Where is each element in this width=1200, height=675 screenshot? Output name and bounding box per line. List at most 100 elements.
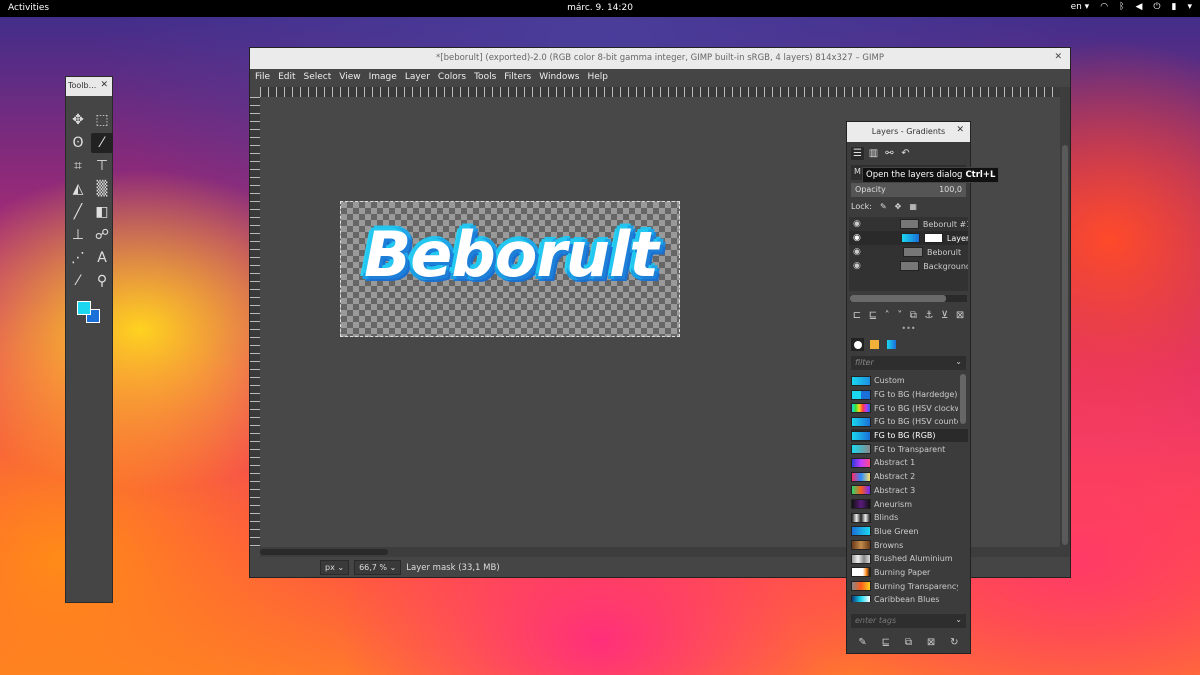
gradient-item[interactable]: Custom	[851, 374, 968, 388]
gradient-item[interactable]: Blue Green	[851, 525, 968, 539]
anchor-icon[interactable]: ⚓	[924, 310, 933, 321]
scrollbar-thumb[interactable]	[1062, 145, 1068, 545]
opacity-slider[interactable]: Opacity 100,0	[851, 183, 966, 197]
foreground-color-swatch[interactable]	[77, 301, 91, 315]
vertical-scrollbar[interactable]	[1060, 87, 1070, 557]
lower-layer-icon[interactable]: ˅	[897, 310, 902, 321]
unit-select[interactable]: px ⌄	[320, 560, 350, 575]
raise-layer-icon[interactable]: ˄	[885, 310, 890, 321]
eraser-icon[interactable]: ◧	[91, 202, 113, 222]
language-indicator[interactable]: en ▾	[1071, 2, 1090, 12]
zoom-icon[interactable]: ⚲	[91, 271, 113, 291]
lock-alpha-icon[interactable]: ▦	[909, 202, 917, 211]
gradient-item[interactable]: FG to BG (RGB)	[851, 428, 968, 443]
tags-input[interactable]: enter tags ⌄	[851, 614, 966, 628]
menu-edit[interactable]: Edit	[278, 72, 295, 86]
new-layer-icon[interactable]: ⊑	[869, 310, 877, 321]
layer-row[interactable]: ◉ Layer	[849, 231, 968, 245]
menu-tools[interactable]: Tools	[474, 72, 496, 86]
close-icon[interactable]: ✕	[1054, 52, 1062, 62]
layers-tab-icon[interactable]: ☰	[851, 147, 864, 160]
eye-icon[interactable]: ◉	[853, 233, 864, 243]
scrollbar-thumb[interactable]	[850, 295, 946, 302]
menu-select[interactable]: Select	[304, 72, 332, 86]
layer-thumbnail[interactable]	[900, 233, 920, 243]
gradient-list-scrollbar[interactable]	[960, 374, 966, 424]
eye-icon[interactable]: ◉	[853, 219, 864, 229]
paths-tab-icon[interactable]: ⚯	[883, 147, 896, 160]
delete-gradient-icon[interactable]: ⊠	[927, 637, 935, 648]
delete-layer-icon[interactable]: ⊠	[956, 310, 964, 321]
layer-row[interactable]: ◉ Beborult	[849, 245, 968, 259]
refresh-icon[interactable]: ↻	[950, 637, 958, 648]
chevron-down-icon[interactable]: ⌄	[955, 615, 962, 624]
smudge-icon[interactable]: ☍	[91, 225, 113, 245]
image-canvas[interactable]: Beborult	[340, 201, 680, 337]
clock[interactable]: márc. 9. 14:20	[0, 3, 1200, 13]
eye-icon[interactable]: ◉	[853, 261, 864, 271]
power-icon[interactable]: ⏻	[1153, 2, 1160, 12]
gradient-item[interactable]: Burning Paper	[851, 566, 968, 580]
text-tool-icon[interactable]: A	[91, 248, 113, 268]
layer-thumbnail[interactable]	[900, 219, 919, 229]
battery-icon[interactable]: ▮	[1172, 2, 1177, 12]
menu-windows[interactable]: Windows	[539, 72, 579, 86]
gradient-item[interactable]: FG to BG (HSV clockwise hue)	[851, 401, 968, 415]
lock-position-icon[interactable]: ✥	[895, 202, 902, 211]
duplicate-layer-icon[interactable]: ⧉	[910, 310, 917, 321]
bucket-fill-icon[interactable]: ◭	[67, 179, 89, 199]
new-gradient-icon[interactable]: ⊑	[882, 637, 890, 648]
layer-row[interactable]: ◉ Background	[849, 259, 968, 273]
gradient-item[interactable]: Browns	[851, 538, 968, 552]
menu-layer[interactable]: Layer	[405, 72, 430, 86]
menu-image[interactable]: Image	[369, 72, 397, 86]
gradients-tab-icon[interactable]	[885, 338, 898, 351]
clone-icon[interactable]: ⊥	[67, 225, 89, 245]
gradient-item[interactable]: Abstract 2	[851, 470, 968, 484]
bluetooth-icon[interactable]: ᛒ	[1119, 2, 1124, 12]
gradient-item[interactable]: FG to BG (HSV counter-clockwise)	[851, 415, 968, 429]
undo-history-tab-icon[interactable]: ↶	[899, 147, 912, 160]
chevron-down-icon[interactable]: ⌄	[955, 357, 962, 366]
rect-select-icon[interactable]: ⬚	[91, 110, 113, 130]
vertical-ruler[interactable]	[250, 97, 260, 547]
blend-icon[interactable]: ▒	[91, 179, 113, 199]
gradient-item[interactable]: FG to Transparent	[851, 442, 968, 456]
eye-icon[interactable]: ◉	[853, 247, 865, 257]
volume-icon[interactable]: ◀	[1135, 2, 1142, 12]
menu-view[interactable]: View	[339, 72, 360, 86]
layer-mask-thumbnail[interactable]	[923, 233, 943, 243]
close-icon[interactable]: ✕	[100, 80, 108, 90]
chevron-down-icon[interactable]: ▾	[1187, 2, 1192, 12]
fuzzy-select-icon[interactable]: ⁄	[91, 133, 113, 153]
gradient-filter-input[interactable]: filter ⌄	[851, 356, 966, 370]
layer-group-icon[interactable]: ⊏	[853, 310, 861, 321]
gradient-item[interactable]: Burning Transparency	[851, 579, 968, 593]
menu-filters[interactable]: Filters	[504, 72, 531, 86]
menu-help[interactable]: Help	[587, 72, 608, 86]
edit-gradient-icon[interactable]: ✎	[858, 637, 866, 648]
move-tool-icon[interactable]: ✥	[67, 110, 89, 130]
system-tray[interactable]: en ▾ ◠ ᛒ ◀ ⏻ ▮ ▾	[1071, 2, 1192, 12]
lock-pixels-icon[interactable]: ✎	[880, 202, 887, 211]
horizontal-ruler[interactable]	[260, 87, 1060, 97]
layer-thumbnail[interactable]	[900, 261, 920, 271]
toolbox-titlebar[interactable]: Toolb... ✕	[66, 77, 112, 96]
dock-separator[interactable]: •••	[847, 325, 970, 335]
crop-icon[interactable]: ⌗	[67, 156, 89, 176]
layers-horizontal-scrollbar[interactable]	[850, 295, 967, 302]
layer-row[interactable]: ◉ Beborult #1	[849, 217, 968, 231]
lasso-icon[interactable]: ʘ	[67, 133, 89, 153]
close-icon[interactable]: ✕	[956, 125, 964, 135]
paintbrush-icon[interactable]: ╱	[67, 202, 89, 222]
wifi-icon[interactable]: ◠	[1100, 2, 1108, 12]
gradient-item[interactable]: Abstract 3	[851, 484, 968, 498]
gradient-item[interactable]: FG to BG (Hardedge)	[851, 388, 968, 402]
menu-colors[interactable]: Colors	[438, 72, 466, 86]
paths-icon[interactable]: ⋰	[67, 248, 89, 268]
gradient-item[interactable]: Caribbean Blues	[851, 593, 968, 602]
duplicate-gradient-icon[interactable]: ⧉	[905, 637, 912, 648]
gradient-item[interactable]: Brushed Aluminium	[851, 552, 968, 566]
gradient-item[interactable]: Abstract 1	[851, 456, 968, 470]
zoom-select[interactable]: 66,7 % ⌄	[354, 560, 402, 575]
